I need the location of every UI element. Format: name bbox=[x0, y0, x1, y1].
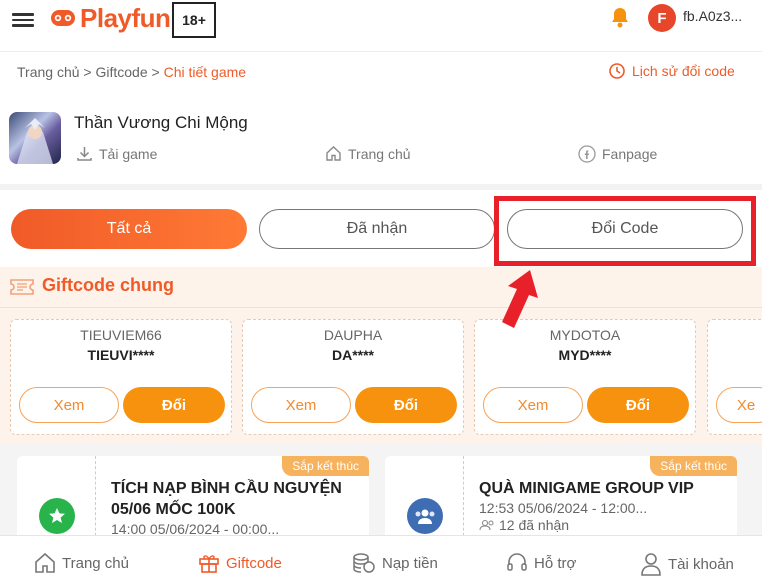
event-title-line: 05/06 MỐC 100K bbox=[111, 501, 236, 518]
nav-home-label: Trang chủ bbox=[62, 554, 129, 572]
user-icon bbox=[641, 553, 661, 576]
event-card[interactable]: Sắp kết thúc QUÀ MINIGAME GROUP VIP 12:5… bbox=[385, 456, 737, 546]
home-icon bbox=[35, 552, 55, 573]
gift-icon bbox=[199, 555, 219, 573]
event-title: QUÀ MINIGAME GROUP VIP bbox=[479, 478, 694, 499]
menu-icon[interactable] bbox=[12, 10, 34, 28]
clock-history-icon bbox=[609, 63, 625, 79]
nav-support-label: Hỗ trợ bbox=[534, 554, 577, 572]
download-game-label: Tải game bbox=[99, 145, 158, 162]
bell-icon[interactable] bbox=[608, 6, 632, 35]
nav-home[interactable]: Trang chủ bbox=[34, 552, 129, 574]
nav-topup-label: Nạp tiền bbox=[382, 554, 438, 572]
download-icon bbox=[77, 147, 92, 161]
redeem-button[interactable]: Đổi bbox=[587, 387, 689, 423]
top-header: Playfun 18+ F fb.A0z3... bbox=[0, 0, 762, 52]
avatar[interactable]: F bbox=[648, 4, 676, 32]
pointer-arrow bbox=[494, 266, 544, 337]
facebook-icon bbox=[578, 145, 596, 163]
game-home-link[interactable]: Trang chủ bbox=[325, 145, 411, 162]
nav-account[interactable]: Tài khoản bbox=[640, 552, 734, 576]
redeem-button[interactable]: Đổi bbox=[355, 387, 457, 423]
logo-text: Playfun bbox=[80, 2, 171, 33]
breadcrumb: Trang chủ > Giftcode > Chi tiết game bbox=[17, 64, 246, 80]
event-title-line: QUÀ MINIGAME GROUP VIP bbox=[479, 480, 694, 497]
game-home-label: Trang chủ bbox=[348, 145, 411, 162]
event-card[interactable]: Sắp kết thúc TÍCH NẠP BÌNH CẦU NGUYỆN 05… bbox=[17, 456, 369, 546]
fanpage-link[interactable]: Fanpage bbox=[578, 145, 657, 163]
nav-giftcode[interactable]: Giftcode bbox=[198, 552, 282, 574]
logo[interactable]: Playfun bbox=[50, 2, 171, 33]
giftcode-code: DA**** bbox=[331, 347, 374, 363]
ticket-icon bbox=[10, 278, 34, 301]
event-title: TÍCH NẠP BÌNH CẦU NGUYỆN 05/06 MỐC 100K bbox=[111, 478, 342, 520]
giftcode-card-partial: Xe bbox=[707, 319, 762, 435]
giftcode-card: DAUPHA DA**** Xem Đổi bbox=[242, 319, 464, 435]
view-button[interactable]: Xe bbox=[716, 387, 762, 423]
event-time: 12:53 05/06/2024 - 12:00... bbox=[479, 500, 648, 516]
event-separator bbox=[463, 456, 464, 546]
section-divider-line bbox=[0, 307, 762, 308]
giftcode-name: TIEUVIEM66 bbox=[80, 327, 162, 343]
view-button[interactable]: Xem bbox=[483, 387, 583, 423]
giftcode-code: TIEUVI**** bbox=[87, 347, 155, 363]
breadcrumb-giftcode[interactable]: Giftcode bbox=[95, 64, 147, 80]
highlight-box bbox=[494, 196, 756, 266]
giftcode-name: DAUPHA bbox=[323, 327, 383, 343]
history-link[interactable]: Lịch sử đổi code bbox=[608, 62, 735, 80]
ending-soon-badge: Sắp kết thúc bbox=[650, 456, 737, 476]
ending-soon-badge: Sắp kết thúc bbox=[282, 456, 369, 476]
headset-icon bbox=[507, 553, 527, 571]
view-button[interactable]: Xem bbox=[251, 387, 351, 423]
giftcode-card: TIEUVIEM66 TIEUVI**** Xem Đổi bbox=[10, 319, 232, 435]
view-button[interactable]: Xem bbox=[19, 387, 119, 423]
event-separator bbox=[95, 456, 96, 546]
bottom-nav: Trang chủ Giftcode Nạp tiền Hỗ trợ Tài k… bbox=[0, 535, 762, 586]
breadcrumb-separator: > bbox=[151, 64, 160, 80]
tab-all[interactable]: Tất cả bbox=[11, 209, 247, 249]
users-icon bbox=[479, 519, 494, 531]
event-title-line: TÍCH NẠP BÌNH CẦU NGUYỆN bbox=[111, 480, 342, 497]
giftcode-code: MYD**** bbox=[558, 347, 612, 363]
history-link-label: Lịch sử đổi code bbox=[632, 63, 735, 79]
download-game-link[interactable]: Tải game bbox=[76, 145, 157, 162]
breadcrumb-current: Chi tiết game bbox=[163, 64, 247, 80]
section-divider bbox=[0, 184, 762, 190]
coins-icon bbox=[353, 553, 375, 573]
tab-received[interactable]: Đã nhận bbox=[259, 209, 495, 249]
username[interactable]: fb.A0z3... bbox=[683, 8, 742, 24]
redeem-button[interactable]: Đổi bbox=[123, 387, 225, 423]
nav-giftcode-label: Giftcode bbox=[226, 554, 282, 572]
event-received: 12 đã nhận bbox=[479, 517, 569, 533]
game-thumbnail bbox=[9, 112, 61, 164]
home-icon bbox=[326, 146, 341, 161]
event-received-count: 12 đã nhận bbox=[499, 517, 570, 533]
breadcrumb-home[interactable]: Trang chủ bbox=[17, 64, 80, 80]
nav-support[interactable]: Hỗ trợ bbox=[506, 552, 576, 574]
age-rating-badge: 18+ bbox=[172, 2, 216, 38]
breadcrumb-separator: > bbox=[83, 64, 92, 80]
group-icon bbox=[407, 498, 443, 534]
fanpage-label: Fanpage bbox=[602, 146, 658, 162]
nav-topup[interactable]: Nạp tiền bbox=[352, 552, 438, 574]
section-title: Giftcode chung bbox=[42, 275, 174, 295]
gamepad-logo-icon bbox=[51, 10, 75, 26]
star-icon bbox=[39, 498, 75, 534]
nav-account-label: Tài khoản bbox=[668, 555, 734, 573]
game-title: Thần Vương Chi Mộng bbox=[74, 113, 248, 132]
